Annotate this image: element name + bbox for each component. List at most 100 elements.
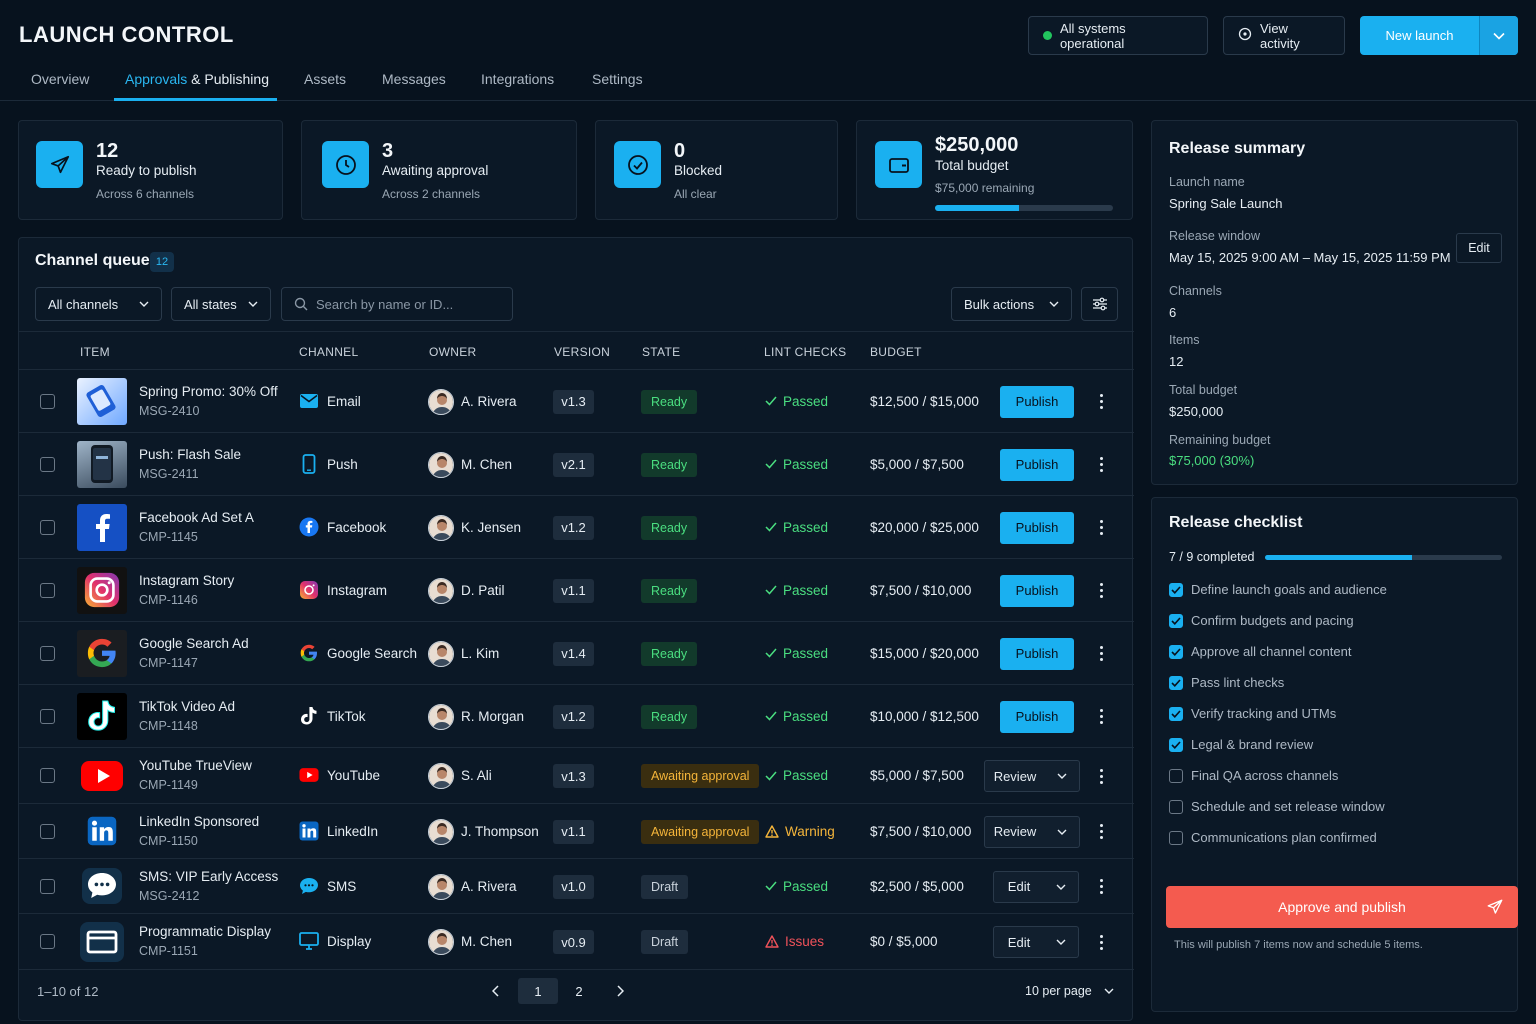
new-launch-dropdown[interactable] [1479, 16, 1518, 55]
checklist-item[interactable]: Confirm budgets and pacing [1169, 613, 1354, 628]
table-row[interactable]: SMS: VIP Early Access MSG-2412 SMS A. Ri… [19, 859, 1134, 914]
item-name[interactable]: Push: Flash Sale [139, 447, 241, 462]
more-options-icon[interactable] [1094, 822, 1108, 842]
column-header[interactable]: BUDGET [870, 345, 922, 359]
item-name[interactable]: Google Search Ad [139, 636, 249, 651]
table-row[interactable]: Push: Flash Sale MSG-2411 Push M. Chen v… [19, 433, 1134, 496]
checkbox[interactable] [1169, 799, 1183, 814]
chevron-down-icon[interactable] [1044, 884, 1078, 890]
publish-button[interactable]: Publish [1000, 448, 1074, 481]
new-launch-button[interactable]: New launch [1360, 16, 1479, 55]
edit-release-window-button[interactable]: Edit [1456, 233, 1502, 263]
column-header[interactable]: VERSION [554, 345, 610, 359]
bulk-actions-select[interactable]: Bulk actions [951, 287, 1072, 321]
publish-button[interactable]: Publish [1000, 511, 1074, 544]
item-name[interactable]: SMS: VIP Early Access [139, 869, 278, 884]
edit-button[interactable]: Edit [994, 935, 1044, 950]
search-input[interactable] [316, 296, 496, 312]
tab-assets[interactable]: Assets [304, 71, 346, 87]
review-split-button[interactable]: Review [984, 760, 1080, 792]
chevron-down-icon[interactable] [1044, 939, 1078, 945]
checklist-item[interactable]: Pass lint checks [1169, 675, 1284, 690]
row-checkbox[interactable] [40, 934, 55, 949]
approve-and-publish-button[interactable]: Approve and publish [1166, 886, 1518, 928]
prev-page-button[interactable] [475, 978, 515, 1004]
table-row[interactable]: Instagram Story CMP-1146 Instagram D. Pa… [19, 559, 1134, 622]
more-options-icon[interactable] [1094, 766, 1108, 786]
checklist-item[interactable]: Approve all channel content [1169, 644, 1351, 659]
checkbox[interactable] [1169, 830, 1183, 845]
table-row[interactable]: TikTok Video Ad CMP-1148 TikTok R. Morga… [19, 685, 1134, 748]
more-options-icon[interactable] [1094, 455, 1108, 475]
channel-filter-select[interactable]: All channels [35, 287, 162, 321]
row-checkbox[interactable] [40, 823, 55, 839]
item-name[interactable]: TikTok Video Ad [139, 699, 235, 714]
item-name[interactable]: Programmatic Display [139, 924, 271, 939]
row-checkbox[interactable] [40, 708, 55, 724]
tab-overview[interactable]: Overview [31, 71, 89, 87]
checkbox[interactable] [1169, 768, 1183, 783]
state-filter-select[interactable]: All states [171, 287, 271, 321]
edit-button[interactable]: Edit [994, 879, 1044, 894]
view-activity-button[interactable]: View activity [1223, 16, 1345, 55]
row-checkbox[interactable] [40, 645, 55, 661]
system-status-pill[interactable]: All systems operational [1028, 16, 1208, 55]
row-checkbox[interactable] [40, 878, 55, 894]
tab-settings[interactable]: Settings [592, 71, 643, 87]
table-row[interactable]: LinkedIn Sponsored CMP-1150 LinkedIn J. … [19, 804, 1134, 859]
checklist-item[interactable]: Schedule and set release window [1169, 799, 1385, 814]
new-launch-split-button[interactable]: New launch [1360, 16, 1518, 55]
review-split-button[interactable]: Review [984, 815, 1080, 848]
row-checkbox[interactable] [40, 768, 55, 783]
edit-split-button[interactable]: Edit [993, 926, 1079, 958]
per-page-select[interactable]: 10 per page [1025, 984, 1114, 998]
more-options-icon[interactable] [1094, 581, 1108, 601]
column-header[interactable]: LINT CHECKS [764, 345, 846, 359]
checkbox[interactable] [1169, 706, 1183, 721]
more-options-icon[interactable] [1094, 932, 1108, 952]
checklist-item[interactable]: Communications plan confirmed [1169, 830, 1377, 845]
checkbox[interactable] [1169, 675, 1183, 690]
publish-button[interactable]: Publish [1000, 700, 1074, 733]
more-options-icon[interactable] [1094, 518, 1108, 538]
table-row[interactable]: Facebook Ad Set A CMP-1145 Facebook K. J… [19, 496, 1134, 559]
column-settings-button[interactable] [1081, 287, 1118, 321]
chevron-down-icon[interactable] [1045, 773, 1079, 779]
checklist-item[interactable]: Define launch goals and audience [1169, 582, 1387, 597]
item-name[interactable]: YouTube TrueView [139, 758, 252, 773]
more-options-icon[interactable] [1094, 877, 1108, 897]
checkbox[interactable] [1169, 613, 1183, 628]
chevron-down-icon[interactable] [1045, 829, 1079, 835]
queue-search[interactable] [281, 287, 513, 321]
page-button[interactable]: 2 [559, 978, 599, 1004]
item-name[interactable]: Facebook Ad Set A [139, 510, 254, 525]
table-row[interactable]: YouTube TrueView CMP-1149 YouTube S. Ali… [19, 748, 1134, 804]
row-checkbox[interactable] [40, 393, 55, 409]
table-row[interactable]: Google Search Ad CMP-1147 Google Search … [19, 622, 1134, 685]
next-page-button[interactable] [600, 978, 640, 1004]
more-options-icon[interactable] [1094, 644, 1108, 664]
tab-approvals-publishing[interactable]: Approvals & Publishing [125, 71, 269, 87]
publish-button[interactable]: Publish [1000, 385, 1074, 418]
column-header[interactable]: OWNER [429, 345, 477, 359]
column-header[interactable]: ITEM [80, 345, 110, 359]
page-button[interactable]: 1 [518, 978, 558, 1004]
more-options-icon[interactable] [1094, 707, 1108, 727]
row-checkbox[interactable] [40, 582, 55, 598]
checkbox[interactable] [1169, 737, 1183, 752]
review-button[interactable]: Review [985, 824, 1045, 839]
publish-button[interactable]: Publish [1000, 574, 1074, 607]
review-button[interactable]: Review [985, 769, 1045, 784]
tab-integrations[interactable]: Integrations [481, 71, 554, 87]
more-options-icon[interactable] [1094, 392, 1108, 412]
row-checkbox[interactable] [40, 519, 55, 535]
table-row[interactable]: Programmatic Display CMP-1151 Display M.… [19, 914, 1134, 970]
table-row[interactable]: Spring Promo: 30% Off MSG-2410 Email A. … [19, 370, 1134, 433]
checklist-item[interactable]: Final QA across channels [1169, 768, 1338, 783]
row-checkbox[interactable] [40, 456, 55, 472]
publish-button[interactable]: Publish [1000, 637, 1074, 670]
edit-split-button[interactable]: Edit [993, 870, 1079, 903]
checklist-item[interactable]: Verify tracking and UTMs [1169, 706, 1336, 721]
column-header[interactable]: CHANNEL [299, 345, 358, 359]
item-name[interactable]: LinkedIn Sponsored [139, 814, 259, 829]
